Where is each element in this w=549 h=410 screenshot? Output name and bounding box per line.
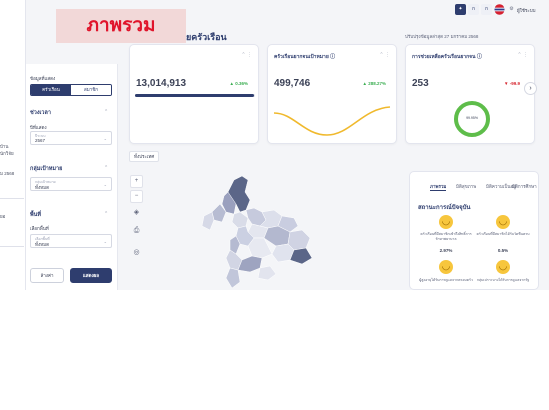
contrast-toggle-button[interactable]: ✦	[455, 4, 466, 15]
gauge-label: 99.95%	[466, 116, 478, 120]
next-card-button[interactable]: ›	[524, 82, 537, 95]
target-select-value: ทั้งหมด	[35, 185, 50, 190]
last-updated-text: ปรับปรุงข้อมูลล่าสุด 27 มกราคม 2568	[405, 34, 479, 39]
edge-text: ยอ	[0, 214, 6, 219]
overlay-title: ภาพรวม	[86, 15, 156, 36]
stat-description: ผู้สูงอายุได้รับการดูแลจากครอบครัว	[419, 278, 473, 282]
toggle-member[interactable]: สมาชิก	[71, 85, 111, 95]
indicator-panel: ภาพรวม มิติสุขภาพ มิติความเป็นอยู่ มิติก…	[409, 171, 539, 290]
kpi-value: 499,746	[274, 78, 311, 89]
chevron-up-icon[interactable]: ⌃	[104, 165, 108, 171]
edge-text: นักวิจัย	[0, 151, 14, 156]
stat-value: 0.5%	[497, 248, 509, 253]
kpi-title: ครัวเรือนยากจนเป้าหมาย ⓘ	[274, 54, 336, 60]
section-target-heading: กลุ่มเป้าหมาย	[30, 166, 63, 172]
font-size-button[interactable]: ก	[468, 4, 479, 15]
zoom-out-button[interactable]: −	[130, 190, 143, 203]
card-menu-icon[interactable]: ⌃ ⋮	[241, 52, 252, 58]
page-title: ยครัวเรือน	[186, 32, 227, 42]
map-scope-tag[interactable]: ทั้งประเทศ	[129, 151, 160, 162]
user-menu[interactable]: ผู้ใช้ระบบ	[517, 7, 535, 14]
toggle-household[interactable]: ครัวเรือน	[31, 85, 71, 95]
font-size-large-button[interactable]: ก	[481, 4, 492, 15]
tab-overview[interactable]: ภาพรวม	[430, 183, 447, 191]
screen: บ้าน นักวิจัย ม 2568 ยอ ✦ ก ก ⚙ ผู้ใช้ระ…	[0, 0, 549, 410]
kpi-value: 13,014,913	[136, 78, 187, 89]
stat-description: กลุ่มเปราะบางได้รับการดูแลจากรัฐ	[476, 278, 530, 282]
divider	[0, 198, 24, 199]
smiley-icon: ◡	[439, 215, 453, 229]
kpi-change-value: 0.36%	[235, 81, 248, 86]
thai-flag-icon[interactable]	[494, 4, 505, 15]
data-type-label: ข้อมูลที่แสดง	[30, 76, 56, 81]
kpi-change-value: -99.9	[509, 81, 520, 86]
data-type-toggle: ครัวเรือน สมาชิก	[30, 84, 112, 96]
card-menu-icon[interactable]: ⌃ ⋮	[379, 52, 390, 58]
smiley-icon: ◡	[496, 215, 510, 229]
kpi-card-assistance: การช่วยเหลือครัวเรือนยากจน ⓘ ⌃ ⋮ 253 ▼ -…	[405, 44, 535, 144]
filter-sidebar: ข้อมูลที่แสดง ครัวเรือน สมาชิก ช่วงเวลา …	[26, 64, 118, 290]
zoom-in-button[interactable]: +	[130, 175, 143, 188]
area-select-value: ทั้งหมด	[35, 242, 50, 247]
background-page-sliver: บ้าน นักวิจัย ม 2568 ยอ	[0, 0, 26, 290]
kpi-card-target-poor: ครัวเรือนยากจนเป้าหมาย ⓘ ⌃ ⋮ 499,746 ▲ 2…	[267, 44, 397, 144]
progress-bar	[135, 94, 255, 97]
title-overlay-banner: ภาพรวม	[56, 9, 186, 43]
smiley-icon: ◡	[496, 260, 510, 274]
reset-button[interactable]: ล้างค่า	[30, 268, 64, 283]
stat-description: ครัวเรือนที่มีสมาชิกเข้าถึงสิทธิ์การรักษ…	[420, 232, 472, 241]
panel-title: สถานะการณ์ปัจจุบัน	[418, 205, 471, 211]
thailand-choropleth-map[interactable]	[150, 168, 330, 290]
chevron-down-icon: ⌄	[103, 182, 107, 187]
chevron-down-icon: ⌄	[103, 239, 107, 244]
kpi-card-total-households: ⌃ ⋮ 13,014,913 ▲ 0.36%	[129, 44, 259, 144]
target-select[interactable]: กลุ่มเป้าหมาย ทั้งหมด ⌄	[30, 177, 112, 191]
tab-health[interactable]: มิติสุขภาพ	[456, 183, 476, 190]
section-time-heading: ช่วงเวลา	[30, 110, 51, 116]
chevron-right-icon[interactable]: ›	[531, 183, 533, 188]
kpi-change: ▼ -99.9	[504, 81, 520, 86]
kpi-change-value: 288.27%	[368, 81, 386, 86]
edge-text: ม 2568	[0, 171, 15, 176]
smiley-icon: ◡	[439, 260, 453, 274]
year-select[interactable]: ปีระบบ 2567 ⌄	[30, 131, 112, 145]
kpi-value: 253	[412, 78, 429, 89]
kpi-change: ▲ 0.36%	[229, 81, 248, 86]
stat-description: ครัวเรือนที่มีสมาชิกได้รับวัคซีนครบ	[476, 232, 530, 236]
year-select-value: 2567	[35, 138, 46, 143]
layers-icon[interactable]: ◈	[130, 207, 143, 220]
trend-sparkline	[273, 106, 391, 136]
print-icon[interactable]: ⎙	[130, 225, 143, 238]
kpi-title: การช่วยเหลือครัวเรือนยากจน ⓘ	[412, 54, 482, 60]
kpi-change: ▲ 288.27%	[362, 81, 386, 86]
section-area-heading: พื้นที่	[30, 212, 42, 218]
year-label: ปีที่แสดง	[30, 125, 47, 130]
stat-value: 2.97%	[439, 248, 453, 253]
show-results-button[interactable]: แสดงผล	[70, 268, 112, 283]
area-select[interactable]: เลือกพื้นที่ ทั้งหมด ⌄	[30, 234, 112, 248]
edge-text: บ้าน	[0, 144, 9, 149]
chevron-up-icon[interactable]: ⌃	[104, 109, 108, 115]
chevron-down-icon: ⌄	[103, 136, 107, 141]
chevron-up-icon[interactable]: ⌃	[104, 211, 108, 217]
area-label: เลือกพื้นที่	[30, 226, 49, 231]
card-menu-icon[interactable]: ⌃ ⋮	[517, 52, 528, 58]
divider	[0, 246, 24, 247]
map-pin-icon[interactable]: ◎	[130, 247, 143, 260]
app-window: บ้าน นักวิจัย ม 2568 ยอ ✦ ก ก ⚙ ผู้ใช้ระ…	[0, 0, 549, 290]
settings-icon[interactable]: ⚙	[506, 4, 517, 15]
